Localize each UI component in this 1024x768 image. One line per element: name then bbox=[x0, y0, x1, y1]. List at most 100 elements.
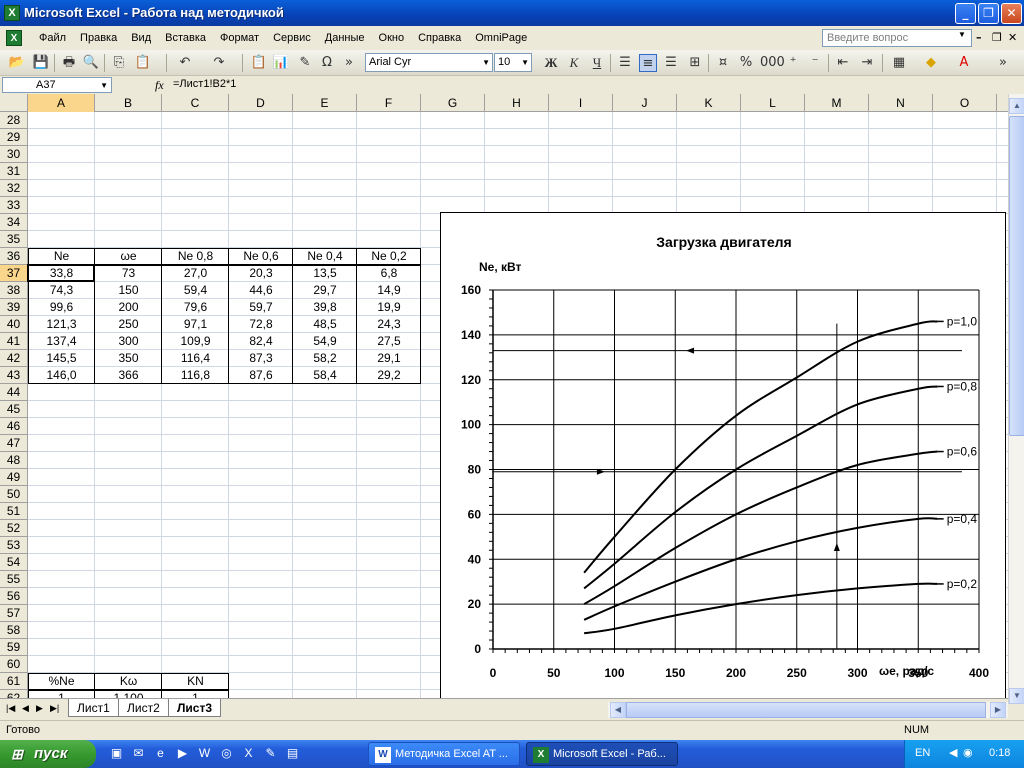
table-cell[interactable]: 200 bbox=[95, 299, 162, 316]
row-header[interactable]: 28 bbox=[0, 112, 28, 129]
table-header-cell[interactable]: Ne 0,8 bbox=[162, 248, 229, 265]
row-header[interactable]: 51 bbox=[0, 503, 28, 520]
horizontal-scroll-thumb[interactable] bbox=[626, 702, 986, 718]
scroll-right-icon[interactable]: ▶ bbox=[990, 702, 1006, 718]
scroll-left-icon[interactable]: ◀ bbox=[610, 702, 626, 718]
row-header[interactable]: 55 bbox=[0, 571, 28, 588]
minimize-button[interactable]: _ bbox=[955, 3, 976, 24]
row-header[interactable]: 38 bbox=[0, 282, 28, 299]
thousands-button[interactable]: 000 bbox=[760, 54, 785, 72]
table-cell[interactable]: 99,6 bbox=[28, 299, 95, 316]
table-cell[interactable]: 19,9 bbox=[357, 299, 421, 316]
copy-icon[interactable]: ⎘ bbox=[110, 54, 128, 72]
column-header[interactable]: A bbox=[28, 94, 95, 112]
table-cell[interactable]: 13,5 bbox=[293, 265, 357, 282]
font-name-select[interactable]: Arial Cyr ▼ bbox=[365, 53, 493, 72]
table-cell[interactable]: 97,1 bbox=[162, 316, 229, 333]
table-cell[interactable]: 137,4 bbox=[28, 333, 95, 350]
row-header[interactable]: 56 bbox=[0, 588, 28, 605]
table2-header-cell[interactable]: Kω bbox=[95, 673, 162, 690]
menu-item[interactable]: OmniPage bbox=[468, 32, 534, 44]
row-header[interactable]: 40 bbox=[0, 316, 28, 333]
column-header[interactable]: L bbox=[741, 94, 805, 112]
quicklaunch-outlook-icon[interactable]: ✉ bbox=[130, 745, 147, 762]
row-header[interactable]: 31 bbox=[0, 163, 28, 180]
row-header[interactable]: 41 bbox=[0, 333, 28, 350]
column-header[interactable]: O bbox=[933, 94, 997, 112]
table-cell[interactable]: 20,3 bbox=[229, 265, 293, 282]
table-cell[interactable]: 121,3 bbox=[28, 316, 95, 333]
row-header[interactable]: 35 bbox=[0, 231, 28, 248]
table-cell[interactable]: 87,6 bbox=[229, 367, 293, 384]
scroll-down-icon[interactable]: ▼ bbox=[1009, 688, 1024, 704]
menu-item[interactable]: Формат bbox=[213, 32, 266, 44]
more-buttons-icon[interactable]: » bbox=[340, 54, 358, 72]
restore-workbook-icon[interactable]: ❐ bbox=[992, 31, 1002, 44]
vertical-scrollbar[interactable]: ▲ ▼ bbox=[1008, 94, 1024, 704]
print-icon[interactable]: 🖶 bbox=[60, 54, 78, 72]
chevron-down-icon[interactable]: ▼ bbox=[958, 30, 966, 39]
table-header-cell[interactable]: Ne 0,2 bbox=[357, 248, 421, 265]
table-cell[interactable]: 44,6 bbox=[229, 282, 293, 299]
column-header[interactable]: D bbox=[229, 94, 293, 112]
table-cell[interactable]: 73 bbox=[95, 265, 162, 282]
close-button[interactable]: ✕ bbox=[1001, 3, 1022, 24]
decrease-indent-icon[interactable]: ⇤ bbox=[834, 54, 852, 72]
table2-header-cell[interactable]: KN bbox=[162, 673, 229, 690]
percent-button[interactable]: % bbox=[737, 54, 755, 72]
close-workbook-icon[interactable]: ✕ bbox=[1008, 31, 1017, 44]
speaker-icon[interactable]: ◉ bbox=[963, 746, 973, 759]
table2-cell[interactable]: 1 bbox=[162, 690, 229, 698]
vertical-scroll-thumb[interactable] bbox=[1009, 116, 1024, 436]
borders-icon[interactable]: ▦ bbox=[890, 54, 908, 72]
drawing-icon[interactable]: ✎ bbox=[296, 54, 314, 72]
table-cell[interactable]: 29,7 bbox=[293, 282, 357, 299]
table-cell[interactable]: 33,8 bbox=[28, 265, 95, 282]
column-header[interactable]: M bbox=[805, 94, 869, 112]
table-cell[interactable]: 27,0 bbox=[162, 265, 229, 282]
restore-button[interactable]: ❐ bbox=[978, 3, 999, 24]
row-header[interactable]: 53 bbox=[0, 537, 28, 554]
table2-cell[interactable]: 1,100 bbox=[95, 690, 162, 698]
column-header[interactable]: H bbox=[485, 94, 549, 112]
save-icon[interactable]: 💾 bbox=[32, 54, 50, 72]
row-header[interactable]: 59 bbox=[0, 639, 28, 656]
row-header[interactable]: 34 bbox=[0, 214, 28, 231]
menu-item[interactable]: Правка bbox=[73, 32, 124, 44]
last-sheet-icon[interactable]: ▶| bbox=[50, 703, 59, 714]
quicklaunch-calc-icon[interactable]: ▤ bbox=[284, 745, 301, 762]
align-left-icon[interactable]: ☰ bbox=[616, 54, 634, 72]
toolbar-options-icon[interactable]: » bbox=[994, 54, 1012, 72]
paste-icon[interactable]: 📋 bbox=[134, 54, 152, 72]
increase-indent-icon[interactable]: ⇥ bbox=[858, 54, 876, 72]
sheet-tab[interactable]: Лист3 bbox=[168, 699, 222, 717]
underline-button[interactable]: Ч bbox=[588, 54, 606, 72]
undo-icon[interactable]: ↶ bbox=[176, 54, 194, 72]
row-header[interactable]: 49 bbox=[0, 469, 28, 486]
column-header[interactable]: J bbox=[613, 94, 677, 112]
horizontal-scrollbar[interactable]: ◀ ▶ bbox=[608, 702, 1008, 718]
insert-function-button[interactable]: fx bbox=[155, 78, 164, 93]
row-header[interactable]: 46 bbox=[0, 418, 28, 435]
menu-item[interactable]: Вставка bbox=[158, 32, 213, 44]
scroll-up-icon[interactable]: ▲ bbox=[1009, 98, 1024, 114]
language-indicator[interactable]: EN bbox=[915, 747, 930, 759]
redo-icon[interactable]: ↷ bbox=[210, 54, 228, 72]
quicklaunch-word-icon[interactable]: W bbox=[196, 745, 213, 762]
bold-button[interactable]: Ж bbox=[542, 54, 560, 72]
font-color-button[interactable]: А bbox=[955, 54, 973, 72]
table-cell[interactable]: 27,5 bbox=[357, 333, 421, 350]
prev-sheet-icon[interactable]: ◀ bbox=[22, 703, 29, 714]
table-cell[interactable]: 58,4 bbox=[293, 367, 357, 384]
table-cell[interactable]: 250 bbox=[95, 316, 162, 333]
open-folder-icon[interactable]: 📂 bbox=[8, 54, 26, 72]
row-header[interactable]: 29 bbox=[0, 129, 28, 146]
table-cell[interactable]: 24,3 bbox=[357, 316, 421, 333]
menu-item[interactable]: Сервис bbox=[266, 32, 318, 44]
language-bar-icon[interactable]: ◀ bbox=[949, 746, 957, 759]
quicklaunch-ie-icon[interactable]: e bbox=[152, 745, 169, 762]
menu-item[interactable]: Справка bbox=[411, 32, 468, 44]
table-cell[interactable]: 58,2 bbox=[293, 350, 357, 367]
row-header[interactable]: 57 bbox=[0, 605, 28, 622]
column-header[interactable]: G bbox=[421, 94, 485, 112]
